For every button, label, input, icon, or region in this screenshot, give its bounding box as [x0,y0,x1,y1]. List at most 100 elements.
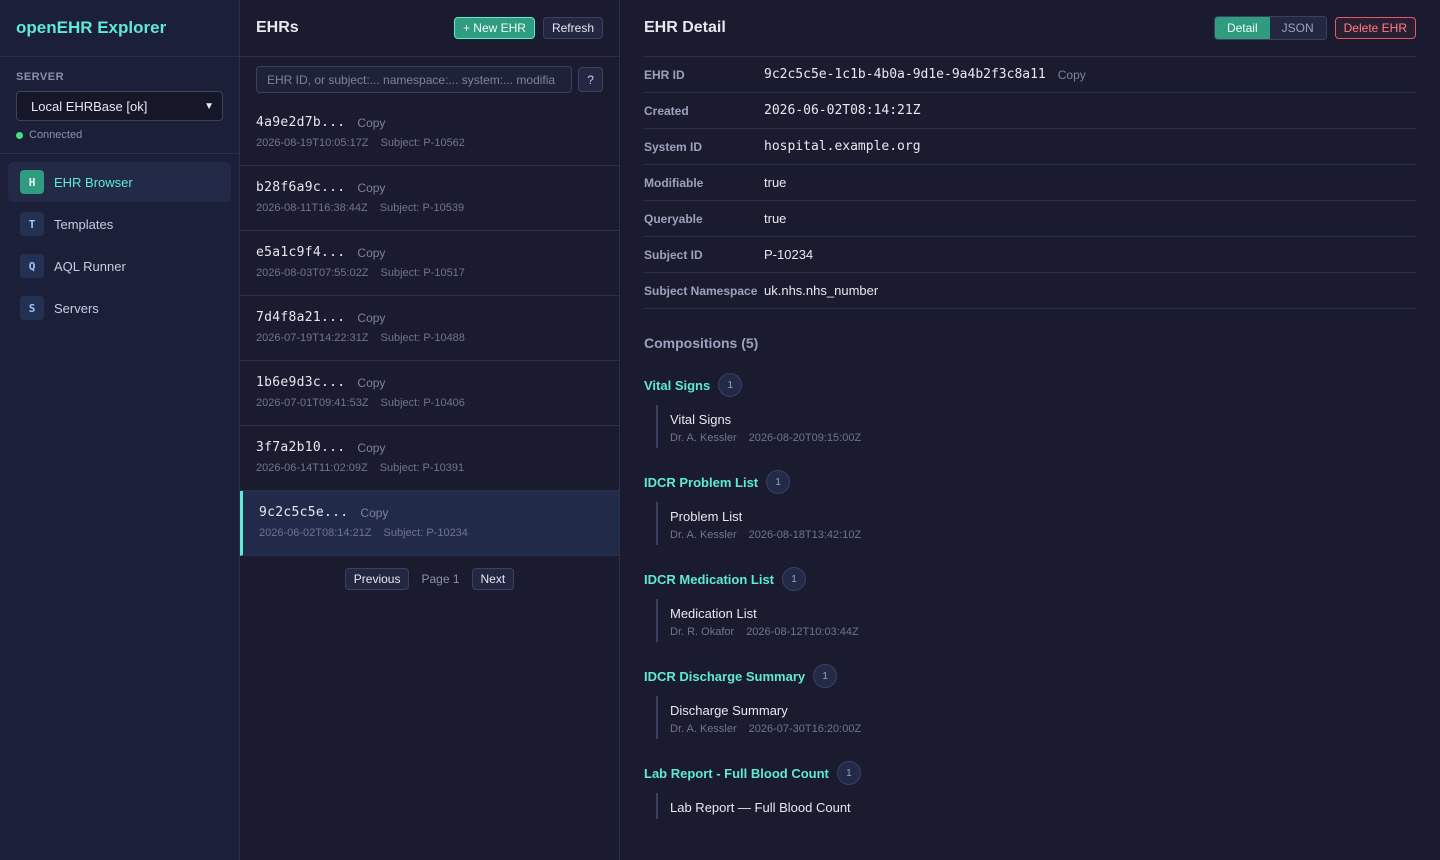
composition-time: 2026-08-20T09:15:00Z [748,432,862,444]
copy-button[interactable]: Copy [357,181,385,195]
field-modifiable: Modifiable true [644,165,1416,201]
aql-runner-icon: Q [20,254,44,278]
ehr-time: 2026-06-02T08:14:21Z [259,527,372,539]
ehr-id: b28f6a9c... [256,180,346,195]
composition-group-title[interactable]: Lab Report - Full Blood Count [644,766,829,781]
composition-name: Medication List [670,606,757,621]
composition-group: IDCR Discharge Summary 1 Discharge Summa… [644,664,1416,739]
field-value: hospital.example.org [764,139,921,154]
field-ehr-id: EHR ID 9c2c5c5e-1c1b-4b0a-9d1e-9a4b2f3c8… [644,57,1416,93]
server-label: SERVER [16,71,65,83]
list-item[interactable]: 7d4f8a21... Copy 2026-07-19T14:22:31Z Su… [240,296,619,361]
composition-item[interactable]: Vital Signs Dr. A. Kessler 2026-08-20T09… [656,405,1416,448]
page-indicator: Page 1 [421,572,460,586]
field-subject-id: Subject ID P-10234 [644,237,1416,273]
count-badge: 1 [813,664,838,688]
nav-item-servers[interactable]: S Servers [8,288,231,328]
composition-time: 2026-07-30T16:20:00Z [748,723,862,735]
list-item[interactable]: e5a1c9f4... Copy 2026-08-03T07:55:02Z Su… [240,231,619,296]
detail-title: EHR Detail [644,19,726,36]
copy-button[interactable]: Copy [357,116,385,130]
composition-item[interactable]: Lab Report — Full Blood Count [656,793,1416,819]
copy-button[interactable]: Copy [357,376,385,390]
copy-button[interactable]: Copy [357,311,385,325]
field-subject-namespace: Subject Namespace uk.nhs.nhs_number [644,273,1416,309]
nav-item-label: AQL Runner [54,258,126,274]
server-select[interactable]: Local EHRBase [ok] ▼ [16,91,223,121]
help-button[interactable]: ? [578,67,603,92]
list-item[interactable]: 1b6e9d3c... Copy 2026-07-01T09:41:53Z Su… [240,361,619,426]
field-value: 2026-06-02T08:14:21Z [764,103,921,118]
composition-group-title[interactable]: IDCR Problem List [644,475,758,490]
field-value: uk.nhs.nhs_number [764,283,879,298]
ehr-list-title: EHRs [256,19,299,36]
new-ehr-button[interactable]: + New EHR [453,17,535,39]
composition-group: IDCR Problem List 1 Problem List Dr. A. … [644,470,1416,545]
ehr-subject: Subject: P-10406 [380,397,465,409]
ehr-detail-panel: EHR Detail Detail JSON Delete EHR EHR ID… [620,0,1440,860]
composition-author: Dr. A. Kessler [670,529,737,541]
previous-button[interactable]: Previous [344,568,410,590]
composition-group-title[interactable]: IDCR Medication List [644,572,774,587]
composition-group-title[interactable]: Vital Signs [644,378,710,393]
search-input[interactable]: EHR ID, or subject:... namespace:... sys… [256,66,573,93]
composition-author: Dr. A. Kessler [670,723,737,735]
copy-button[interactable]: Copy [360,506,388,520]
composition-item[interactable]: Medication List Dr. R. Okafor 2026-08-12… [656,599,1416,642]
ehr-id: 3f7a2b10... [256,440,346,455]
field-system-id: System ID hospital.example.org [644,129,1416,165]
delete-ehr-button[interactable]: Delete EHR [1334,17,1416,39]
list-item-selected[interactable]: 9c2c5c5e... Copy 2026-06-02T08:14:21Z Su… [240,491,619,556]
composition-name: Vital Signs [670,412,732,427]
ehr-id: 4a9e2d7b... [256,115,346,130]
composition-author: Dr. A. Kessler [670,432,737,444]
templates-icon: T [20,212,44,236]
ehr-id: 7d4f8a21... [256,310,346,325]
composition-item[interactable]: Problem List Dr. A. Kessler 2026-08-18T1… [656,502,1416,545]
field-label: Modifiable [644,175,704,190]
refresh-button[interactable]: Refresh [542,17,603,39]
ehr-id: 9c2c5c5e... [259,505,349,520]
status-text: Connected [29,129,83,141]
composition-group: Vital Signs 1 Vital Signs Dr. A. Kessler… [644,373,1416,448]
tab-json[interactable]: JSON [1269,17,1326,39]
field-label: Queryable [644,211,703,226]
count-badge: 1 [766,470,791,494]
field-queryable: Queryable true [644,201,1416,237]
copy-button[interactable]: Copy [357,246,385,260]
nav-item-label: Templates [54,216,114,232]
ehr-time: 2026-08-19T10:05:17Z [256,137,369,149]
ehr-time: 2026-08-03T07:55:02Z [256,267,369,279]
field-created: Created 2026-06-02T08:14:21Z [644,93,1416,129]
field-label: Subject ID [644,247,703,262]
nav-item-aql-runner[interactable]: Q AQL Runner [8,246,231,286]
composition-group: IDCR Medication List 1 Medication List D… [644,567,1416,642]
ehr-list-header: EHRs + New EHR Refresh [240,0,619,57]
composition-author: Dr. R. Okafor [670,626,735,638]
chevron-down-icon: ▼ [204,100,214,112]
composition-name: Problem List [670,509,743,524]
composition-group-title[interactable]: IDCR Discharge Summary [644,669,805,684]
nav-item-label: Servers [54,300,99,316]
nav-item-templates[interactable]: T Templates [8,204,231,244]
next-button[interactable]: Next [471,568,515,590]
tab-detail[interactable]: Detail [1214,17,1270,39]
ehr-subject: Subject: P-10234 [383,527,468,539]
field-value: P-10234 [764,247,814,262]
nav-item-ehr-browser[interactable]: H EHR Browser [8,162,231,202]
copy-button[interactable]: Copy [1058,68,1086,82]
field-value: true [764,211,787,226]
ehr-subject: Subject: P-10488 [380,332,465,344]
ehr-id: 1b6e9d3c... [256,375,346,390]
copy-button[interactable]: Copy [357,441,385,455]
ehr-subject: Subject: P-10539 [379,202,465,214]
sidebar: openEHR Explorer SERVER Local EHRBase [o… [0,0,240,860]
connection-status: Connected [16,129,223,141]
app-title: openEHR Explorer [0,0,239,57]
list-item[interactable]: 4a9e2d7b... Copy 2026-08-19T10:05:17Z Su… [240,101,619,166]
ehr-time: 2026-07-19T14:22:31Z [256,332,369,344]
list-item[interactable]: b28f6a9c... Copy 2026-08-11T16:38:44Z Su… [240,166,619,231]
composition-item[interactable]: Discharge Summary Dr. A. Kessler 2026-07… [656,696,1416,739]
list-item[interactable]: 3f7a2b10... Copy 2026-06-14T11:02:09Z Su… [240,426,619,491]
search-row: EHR ID, or subject:... namespace:... sys… [240,57,619,101]
